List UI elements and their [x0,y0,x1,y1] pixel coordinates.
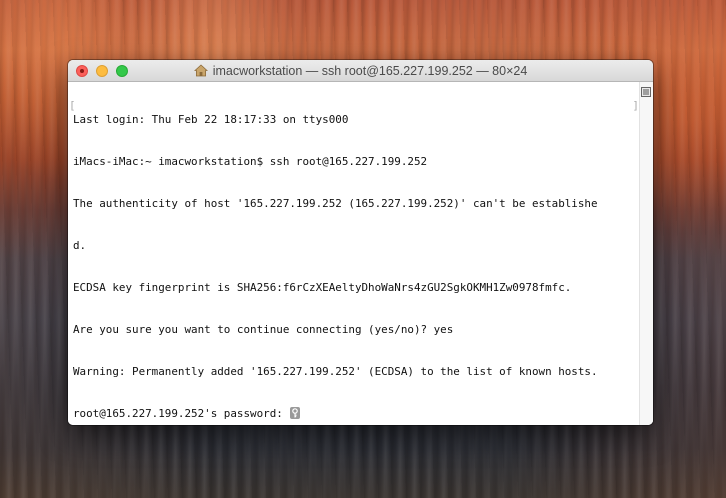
terminal-content[interactable]: [ ] Last login: Thu Feb 22 18:17:33 on t… [68,82,653,425]
terminal-line: ECDSA key fingerprint is SHA256:f6rCzXEA… [73,281,572,294]
terminal-prompt-line[interactable]: root@165.227.199.252's password: [73,407,637,421]
window-title-group: imacworkstation — ssh root@165.227.199.2… [193,63,528,78]
password-prompt: root@165.227.199.252's password: [73,407,290,420]
terminal-line: d. [73,239,87,252]
zoom-button[interactable] [116,65,128,77]
terminal-window[interactable]: imacworkstation — ssh root@165.227.199.2… [68,60,653,425]
close-button[interactable] [76,65,88,77]
terminal-line: Warning: Permanently added '165.227.199.… [73,365,598,378]
terminal-output[interactable]: Last login: Thu Feb 22 18:17:33 on ttys0… [73,85,637,425]
window-titlebar[interactable]: imacworkstation — ssh root@165.227.199.2… [68,60,653,82]
terminal-line: Last login: Thu Feb 22 18:17:33 on ttys0… [73,113,349,126]
key-icon [290,407,301,419]
terminal-line: Are you sure you want to continue connec… [73,323,454,336]
home-folder-icon [193,64,208,77]
terminal-line: The authenticity of host '165.227.199.25… [73,197,598,210]
window-title: imacworkstation — ssh root@165.227.199.2… [212,63,528,78]
split-pane-icon[interactable] [641,84,651,97]
window-controls [76,65,128,77]
terminal-line: iMacs-iMac:~ imacworkstation$ ssh root@1… [73,155,428,168]
scrollbar-track[interactable] [639,82,653,425]
minimize-button[interactable] [96,65,108,77]
